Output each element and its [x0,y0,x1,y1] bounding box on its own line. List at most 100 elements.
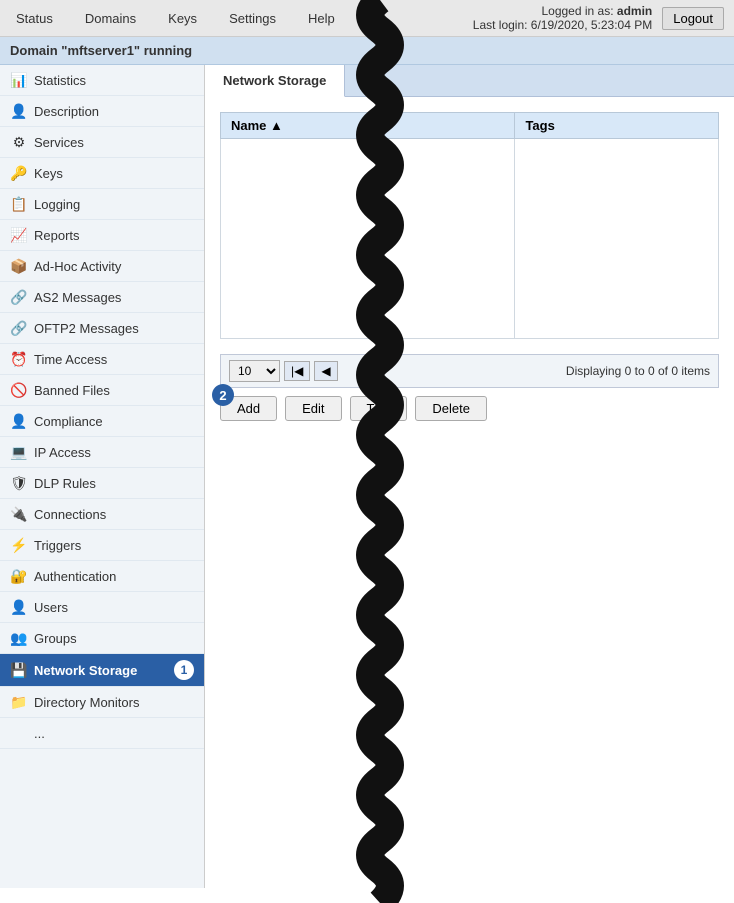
sidebar-item-statistics[interactable]: 📊 Statistics [0,65,204,96]
sidebar-item-ipaccess[interactable]: 💻 IP Access [0,437,204,468]
groups-icon: 👥 [10,629,28,647]
sidebar-label-logging: Logging [34,197,80,212]
nav-help[interactable]: Help [302,7,341,30]
step-badge-2: 2 [212,384,234,406]
sidebar-item-reports[interactable]: 📈 Reports [0,220,204,251]
sidebar-label-statistics: Statistics [34,73,86,88]
top-nav-right: Logged in as: admin Last login: 6/19/202… [473,4,724,32]
sidebar-item-keys[interactable]: 🔑 Keys [0,158,204,189]
action-buttons: 2 Add Edit Test Delete [220,396,719,421]
tab-network-storage[interactable]: Network Storage [205,65,345,97]
tab-header: Network Storage [205,65,734,97]
main-layout: 📊Statistics👤Description⚙Services🔑Keys📋Lo… [0,65,734,888]
last-login: Last login: 6/19/2020, 5:23:04 PM [473,18,652,32]
as2-icon: 🔗 [10,288,28,306]
sidebar-item-connections[interactable]: 🔌 Connections [0,499,204,530]
sidebar-item-services[interactable]: ⚙ Services [0,127,204,158]
sidebar-label-users: Users [34,600,68,615]
timeaccess-icon: ⏰ [10,350,28,368]
sidebar-item-logging[interactable]: 📋 Logging [0,189,204,220]
sidebar-label-triggers: Triggers [34,538,81,553]
nav-domains[interactable]: Domains [79,7,142,30]
pagination-left: 10 25 50 100 |◀ ◀ [229,360,338,382]
sidebar-label-connections: Connections [34,507,106,522]
sidebar-item-description[interactable]: 👤Description [0,96,204,127]
triggers-icon: ⚡ [10,536,28,554]
network-storage-table: Name ▲ Tags [220,112,719,339]
keys-icon: 🔑 [10,164,28,182]
sidebar-label-authentication: Authentication [34,569,116,584]
sidebar-item-dlprules[interactable]: 🛡 DLP Rules [0,468,204,499]
sidebar-label-keys: Keys [34,166,63,181]
sidebar-item-directorymonitors[interactable]: 📁 Directory Monitors [0,687,204,718]
sidebar-label-directorymonitors: Directory Monitors [34,695,139,710]
nav-keys[interactable]: Keys [162,7,203,30]
sidebar-item-as2[interactable]: 🔗 AS2 Messages [0,282,204,313]
login-info: Logged in as: admin Last login: 6/19/202… [473,4,652,32]
edit-button[interactable]: Edit [285,396,341,421]
sidebar: 📊Statistics👤Description⚙Services🔑Keys📋Lo… [0,65,205,888]
sidebar-item-authentication[interactable]: 🔐 Authentication [0,561,204,592]
ipaccess-icon: 💻 [10,443,28,461]
content-area: Network Storage Name ▲ Tags 10 [205,65,734,888]
sidebar-label-compliance: Compliance [34,414,103,429]
logging-icon: 📋 [10,195,28,213]
sidebar-item-triggers[interactable]: ⚡ Triggers [0,530,204,561]
statistics-icon: 📊 [10,71,28,89]
oftp2-icon: 🔗 [10,319,28,337]
nav-settings[interactable]: Settings [223,7,282,30]
sidebar-label-timeaccess: Time Access [34,352,107,367]
sidebar-item-users[interactable]: 👤 Users [0,592,204,623]
sidebar-label-oftp2: OFTP2 Messages [34,321,139,336]
sidebar-item-networkstorage[interactable]: 💾 Network Storage 1 [0,654,204,687]
domain-header: Domain "mftserver1" running [0,37,734,65]
pagination-bar: 10 25 50 100 |◀ ◀ Displaying 0 to 0 of 0… [220,354,719,388]
sidebar-item-timeaccess[interactable]: ⏰ Time Access [0,344,204,375]
compliance-icon: 👤 [10,412,28,430]
services-icon: ⚙ [10,133,28,151]
networkstorage-icon: 💾 [10,661,28,679]
sidebar-label-description: Description [34,104,99,119]
sidebar-item-more[interactable]: ... [0,718,204,749]
sidebar-label-as2: AS2 Messages [34,290,121,305]
admin-name: admin [617,4,652,18]
sidebar-label-services: Services [34,135,84,150]
per-page-select[interactable]: 10 25 50 100 [229,360,280,382]
sidebar-label-more: ... [34,726,45,741]
sidebar-item-adhoc[interactable]: 📦 Ad-Hoc Activity [0,251,204,282]
login-label: Logged in as: [541,4,613,18]
adhoc-icon: 📦 [10,257,28,275]
reports-icon: 📈 [10,226,28,244]
sidebar-label-adhoc: Ad-Hoc Activity [34,259,121,274]
top-nav: Status Domains Keys Settings Help Logged… [0,0,734,37]
sidebar-item-bannedfiles[interactable]: 🚫 Banned Files [0,375,204,406]
delete-button[interactable]: Delete [415,396,487,421]
users-icon: 👤 [10,598,28,616]
sidebar-item-oftp2[interactable]: 🔗 OFTP2 Messages [0,313,204,344]
bannedfiles-icon: 🚫 [10,381,28,399]
col-name[interactable]: Name ▲ [221,113,515,139]
sidebar-badge-networkstorage: 1 [174,660,194,680]
authentication-icon: 🔐 [10,567,28,585]
connections-icon: 🔌 [10,505,28,523]
nav-status[interactable]: Status [10,7,59,30]
first-page-button[interactable]: |◀ [284,361,310,381]
sidebar-label-ipaccess: IP Access [34,445,91,460]
sidebar-label-reports: Reports [34,228,80,243]
sidebar-label-bannedfiles: Banned Files [34,383,110,398]
sidebar-label-networkstorage: Network Storage [34,663,137,678]
directorymonitors-icon: 📁 [10,693,28,711]
pagination-display: Displaying 0 to 0 of 0 items [566,364,710,378]
sidebar-item-compliance[interactable]: 👤 Compliance [0,406,204,437]
logout-button[interactable]: Logout [662,7,724,30]
col-tags: Tags [515,113,719,139]
test-button[interactable]: Test [350,396,408,421]
sidebar-label-dlprules: DLP Rules [34,476,96,491]
nav-links: Status Domains Keys Settings Help [10,7,341,30]
more-icon [10,724,28,742]
table-container: Name ▲ Tags [220,112,719,339]
sidebar-item-groups[interactable]: 👥 Groups [0,623,204,654]
prev-page-button[interactable]: ◀ [314,361,337,381]
sidebar-label-groups: Groups [34,631,77,646]
dlprules-icon: 🛡 [10,474,28,492]
